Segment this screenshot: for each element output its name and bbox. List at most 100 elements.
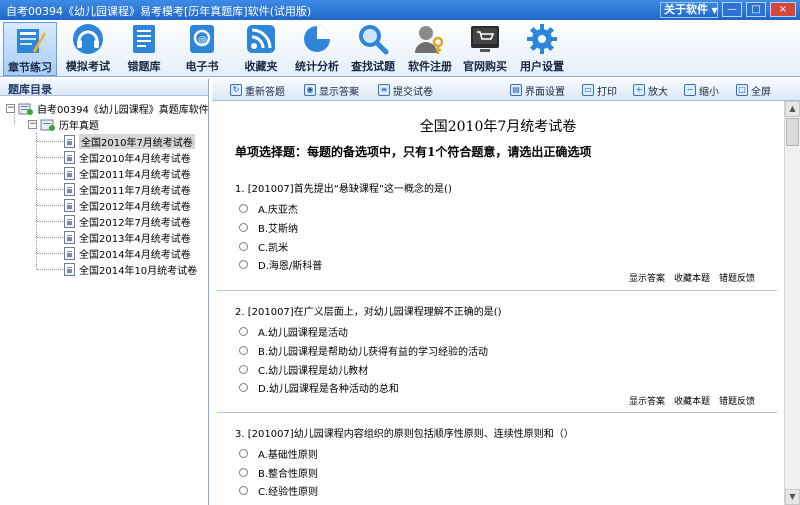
scrollbar-thumb[interactable] <box>786 118 799 146</box>
folder-icon <box>40 119 55 131</box>
vertical-scrollbar[interactable]: ▲ ▼ <box>784 101 800 505</box>
question-bank-panel: 题库目录 − 自考00394《幼儿园课程》真题库软件 − 历年真题 全国2010… <box>0 79 209 505</box>
option-radio[interactable]: B.幼儿园课程是帮助幼儿获得有益的学习经验的活动 <box>239 343 488 358</box>
button-label: 放大 <box>648 86 668 98</box>
tree-item-exam[interactable]: 全国2014年4月统考试卷 <box>64 246 191 261</box>
restore-button[interactable]: □ <box>746 2 766 17</box>
favorite-link[interactable]: 收藏本题 <box>674 274 710 284</box>
tree-item-exam[interactable]: 全国2011年4月统考试卷 <box>64 166 191 181</box>
tool-register[interactable]: 软件注册 <box>403 22 457 76</box>
document-submit-icon: ≡ <box>378 84 390 96</box>
tree-item-exam[interactable]: 全国2012年7月统考试卷 <box>64 214 191 229</box>
collapse-toggle[interactable]: − <box>28 120 37 129</box>
radio-button[interactable] <box>239 260 248 269</box>
tool-label: 用户设置 <box>520 60 564 73</box>
tree-item-exam[interactable]: 全国2013年4月统考试卷 <box>64 230 191 245</box>
option-radio[interactable]: B.整合性原则 <box>239 465 318 480</box>
report-error-link[interactable]: 错题反馈 <box>719 397 755 407</box>
collapse-toggle[interactable]: − <box>6 104 15 113</box>
option-label: C.幼儿园课程是幼儿教材 <box>258 366 369 377</box>
option-radio[interactable]: C.幼儿园课程是幼儿教材 <box>239 362 368 377</box>
tool-wrong-questions[interactable]: 错题库 <box>120 22 168 76</box>
show-answers-button[interactable]: ◉ 显示答案 <box>304 82 359 98</box>
option-radio[interactable]: A.庆亚杰 <box>239 201 298 216</box>
minimize-button[interactable]: — <box>722 2 742 17</box>
option-radio[interactable]: C.经验性原则 <box>239 483 318 498</box>
radio-button[interactable] <box>239 486 248 495</box>
option-label: B.整合性原则 <box>258 469 319 480</box>
tree-item-exam[interactable]: 全国2010年4月统考试卷 <box>64 150 191 165</box>
interface-settings-button[interactable]: ▤ 界面设置 <box>510 82 565 98</box>
radio-button[interactable] <box>239 223 248 232</box>
pencil-book-icon <box>17 29 46 53</box>
option-label: A.基础性原则 <box>258 450 318 461</box>
document-icon <box>64 199 75 212</box>
button-label: 缩小 <box>699 86 719 98</box>
zoom-in-icon: + <box>633 84 645 96</box>
tool-label: 模拟考试 <box>66 60 110 73</box>
radio-button[interactable] <box>239 365 248 374</box>
option-radio[interactable]: C.凯米 <box>239 239 288 254</box>
fullscreen-icon: □ <box>736 84 748 96</box>
tree-item-exam[interactable]: 全国2010年7月统考试卷 <box>64 134 195 149</box>
fullscreen-button[interactable]: □ 全屏 <box>736 82 771 98</box>
divider <box>217 412 777 413</box>
question-text: 1. [201007]首先提出“悬缺课程”这一概念的是() <box>235 184 452 195</box>
tree-item-label: 全国2014年4月统考试卷 <box>79 250 191 261</box>
tree-item-exam[interactable]: 全国2014年10月统考试卷 <box>64 262 197 277</box>
tool-buy-online[interactable]: 官网购买 <box>458 22 512 76</box>
tool-chapter-practice[interactable]: 章节练习 <box>3 22 57 76</box>
radio-button[interactable] <box>239 242 248 251</box>
close-button[interactable]: × <box>770 2 796 17</box>
option-label: C.凯米 <box>258 243 289 254</box>
tree-item-exam[interactable]: 全国2011年7月统考试卷 <box>64 182 191 197</box>
headset-icon <box>73 24 103 54</box>
eye-icon: ◉ <box>304 84 316 96</box>
option-radio[interactable]: D.幼儿园课程是各种活动的总和 <box>239 380 399 395</box>
tree-root[interactable]: − 自考00394《幼儿园课程》真题库软件 <box>6 101 209 116</box>
radio-button[interactable] <box>239 468 248 477</box>
show-answer-link[interactable]: 显示答案 <box>629 274 665 284</box>
tool-favorites[interactable]: 收藏夹 <box>237 22 285 76</box>
tree-item-exam[interactable]: 全国2012年4月统考试卷 <box>64 198 191 213</box>
about-software-menu[interactable]: 关于软件 ▼ <box>660 2 718 18</box>
tool-statistics[interactable]: 统计分析 <box>290 22 344 76</box>
document-icon <box>64 231 75 244</box>
tool-user-settings[interactable]: 用户设置 <box>515 22 569 76</box>
option-label: A.庆亚杰 <box>258 205 298 216</box>
option-label: D.海恩/斯科普 <box>258 261 323 272</box>
tree-folder-label: 历年真题 <box>59 121 99 132</box>
radio-button[interactable] <box>239 327 248 336</box>
option-label: B.幼儿园课程是帮助幼儿获得有益的学习经验的活动 <box>258 347 489 358</box>
tree-item-label: 全国2011年4月统考试卷 <box>79 170 191 181</box>
question-text: 2. [201007]在广义层面上，对幼儿园课程理解不正确的是() <box>235 307 502 318</box>
about-label: 关于软件 <box>664 3 708 16</box>
favorite-link[interactable]: 收藏本题 <box>674 397 710 407</box>
option-radio[interactable]: A.幼儿园课程是活动 <box>239 324 348 339</box>
report-error-link[interactable]: 错题反馈 <box>719 274 755 284</box>
tool-ebook[interactable]: @ 电子书 <box>178 22 226 76</box>
document-icon <box>64 215 75 228</box>
tool-label: 章节练习 <box>8 61 52 74</box>
tool-search-questions[interactable]: 查找试题 <box>346 22 400 76</box>
scroll-up-arrow-icon[interactable]: ▲ <box>785 101 800 117</box>
radio-button[interactable] <box>239 204 248 213</box>
zoom-in-button[interactable]: + 放大 <box>633 82 668 98</box>
option-radio[interactable]: B.艾斯纳 <box>239 220 298 235</box>
submit-paper-button[interactable]: ≡ 提交试卷 <box>378 82 433 98</box>
tool-mock-exam[interactable]: 模拟考试 <box>61 22 115 76</box>
zoom-out-button[interactable]: − 缩小 <box>684 82 719 98</box>
scroll-down-arrow-icon[interactable]: ▼ <box>785 489 800 505</box>
option-radio[interactable]: A.基础性原则 <box>239 446 318 461</box>
print-button[interactable]: ▭ 打印 <box>582 82 617 98</box>
option-radio[interactable]: D.海恩/斯科普 <box>239 257 322 272</box>
show-answer-link[interactable]: 显示答案 <box>629 397 665 407</box>
radio-button[interactable] <box>239 449 248 458</box>
zoom-out-icon: − <box>684 84 696 96</box>
radio-button[interactable] <box>239 383 248 392</box>
reset-answers-button[interactable]: ↻ 重新答题 <box>230 82 285 98</box>
tool-label: 统计分析 <box>295 60 339 73</box>
tree-folder-past-exams[interactable]: − 历年真题 <box>28 117 99 132</box>
option-label: D.幼儿园课程是各种活动的总和 <box>258 384 399 395</box>
radio-button[interactable] <box>239 346 248 355</box>
